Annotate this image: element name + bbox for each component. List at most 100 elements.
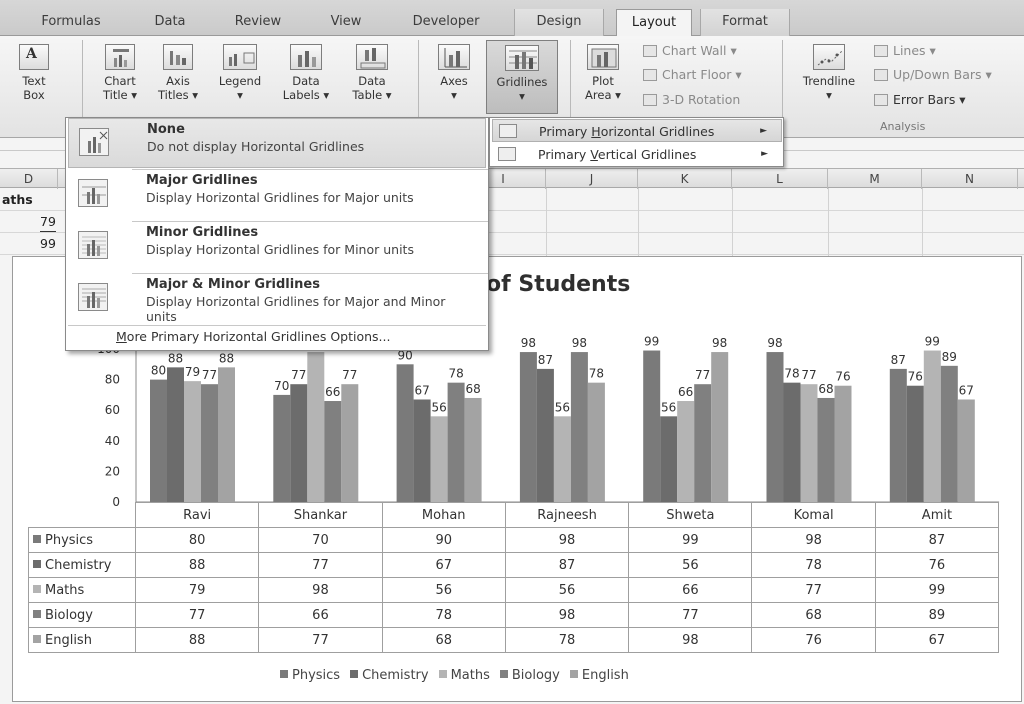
menu-item-none-desc: Do not display Horizontal Gridlines — [147, 139, 365, 154]
axes-button[interactable]: Axes ▾ — [428, 44, 480, 102]
submenu-arrow-icon: ► — [760, 126, 767, 136]
legend-key-icon — [499, 670, 508, 678]
table-cell: 90 — [381, 527, 506, 553]
major-minor-gridlines-icon — [78, 283, 108, 311]
gridlines-icon — [505, 45, 539, 71]
data-labels-icon — [290, 44, 322, 70]
minor-gridlines-icon — [78, 231, 108, 259]
menu-item-major-desc: Display Horizontal Gridlines for Major u… — [146, 190, 414, 205]
table-cell: 68 — [751, 602, 876, 628]
legend-entry[interactable]: English — [569, 668, 629, 683]
chart-title-button[interactable]: Chart Title ▾ — [92, 44, 148, 102]
category-label: Shweta — [628, 502, 753, 528]
legend-key-icon — [438, 670, 447, 678]
primary-horizontal-gridlines[interactable]: Primary Horizontal Gridlines ► — [492, 119, 782, 142]
gridlines-button[interactable]: Gridlines ▾ — [486, 40, 558, 114]
gridlines-label: Gridlines — [496, 75, 548, 89]
error-bars-icon — [874, 94, 888, 106]
data-table-button[interactable]: Data Table ▾ — [342, 44, 402, 102]
cell-d1[interactable]: aths — [2, 190, 33, 210]
legend-entry[interactable]: Maths — [438, 668, 490, 683]
ribbon-tabs: Formulas Data Review View Developer Desi… — [0, 0, 1024, 37]
tab-view[interactable]: View — [316, 9, 376, 36]
primary-vertical-gridlines[interactable]: Primary Vertical Gridlines ► — [492, 143, 782, 166]
tab-review[interactable]: Review — [222, 9, 294, 36]
table-cell: 98 — [628, 627, 753, 653]
axis-titles-button[interactable]: Axis Titles ▾ — [152, 44, 204, 102]
legend-entry[interactable]: Physics — [280, 668, 340, 683]
analysis-group-label: Analysis — [880, 120, 926, 133]
table-cell: 98 — [258, 577, 383, 603]
cell-d3[interactable]: 99 — [40, 234, 56, 254]
table-cell: 67 — [874, 627, 1000, 653]
cell-d2[interactable]: 79 — [40, 212, 56, 232]
gridlines-dropdown: ▾ — [519, 89, 525, 103]
lines-icon — [874, 45, 888, 57]
no-gridlines-icon — [79, 128, 109, 156]
legend-button[interactable]: Legend ▾ — [212, 44, 268, 102]
tab-developer[interactable]: Developer — [398, 9, 494, 36]
3d-rotation-button[interactable]: 3-D Rotation — [643, 90, 740, 110]
chart-legend[interactable]: Physics Chemistry Maths Biology English — [280, 668, 639, 683]
col-n[interactable]: N — [922, 169, 1018, 189]
data-table-label: Data — [358, 74, 386, 88]
trendline-icon — [813, 44, 845, 70]
updown-bars-icon — [874, 69, 888, 81]
table-cell: 98 — [751, 527, 876, 553]
more-gridlines-options[interactable]: More Primary Horizontal Gridlines Option… — [68, 325, 486, 349]
table-cell: 99 — [874, 577, 1000, 603]
chart-wall-button[interactable]: Chart Wall ▾ — [643, 41, 737, 61]
trendline-dropdown: ▾ — [826, 88, 832, 102]
table-cell: 56 — [504, 577, 630, 603]
plot-area-label: Plot — [592, 74, 614, 88]
tab-format[interactable]: Format — [700, 9, 790, 36]
tab-design[interactable]: Design — [514, 9, 604, 36]
text-box-label-2: Box — [23, 88, 45, 102]
table-cell: 68 — [381, 627, 506, 653]
table-cell: 78 — [381, 602, 506, 628]
chart-title-icon — [105, 44, 135, 70]
error-bars-button[interactable]: Error Bars ▾ — [874, 90, 966, 110]
table-cell: 77 — [751, 577, 876, 603]
table-cell: 56 — [628, 552, 753, 578]
col-m[interactable]: M — [828, 169, 922, 189]
chart-floor-button[interactable]: Chart Floor ▾ — [643, 65, 742, 85]
series-row-label: Chemistry — [28, 552, 136, 578]
legend-label: Legend — [218, 74, 262, 88]
category-label: Mohan — [381, 502, 506, 528]
series-row-label: English — [28, 627, 136, 653]
text-box-button[interactable]: A Text Box — [8, 44, 60, 102]
lines-button[interactable]: Lines ▾ — [874, 41, 936, 61]
updown-bars-label: Up/Down Bars ▾ — [893, 67, 992, 82]
menu-item-none-title: None — [147, 122, 185, 137]
menu-item-major-minor-desc: Display Horizontal Gridlines for Major a… — [146, 294, 446, 324]
col-d[interactable]: D — [0, 169, 58, 189]
menu-item-minor-desc: Display Horizontal Gridlines for Minor u… — [146, 242, 414, 257]
table-cell: 77 — [628, 602, 753, 628]
col-k[interactable]: K — [638, 169, 732, 189]
table-cell: 76 — [751, 627, 876, 653]
menu-item-major-minor[interactable]: Major & Minor Gridlines Display Horizont… — [68, 274, 486, 324]
chart-wall-icon — [643, 45, 657, 57]
axis-titles-label-2: Titles ▾ — [157, 88, 199, 102]
menu-item-none[interactable]: None Do not display Horizontal Gridlines — [68, 118, 486, 168]
plot-area-button[interactable]: Plot Area ▾ — [578, 44, 628, 102]
table-cell: 99 — [628, 527, 753, 553]
col-l[interactable]: L — [732, 169, 828, 189]
menu-item-minor[interactable]: Minor Gridlines Display Horizontal Gridl… — [68, 222, 486, 272]
chart-title-label-2: Title ▾ — [102, 88, 138, 102]
trendline-button[interactable]: Trendline ▾ — [790, 44, 868, 102]
tab-layout[interactable]: Layout — [616, 9, 692, 37]
tab-formulas[interactable]: Formulas — [28, 9, 114, 36]
menu-item-major[interactable]: Major Gridlines Display Horizontal Gridl… — [68, 170, 486, 220]
tab-data[interactable]: Data — [140, 9, 200, 36]
category-label: Amit — [874, 502, 1000, 528]
gridlines-submenu: Primary Horizontal Gridlines ► Primary V… — [489, 117, 784, 167]
legend-entry[interactable]: Chemistry — [350, 668, 429, 683]
legend-entry[interactable]: Biology — [499, 668, 560, 683]
table-cell: 87 — [874, 527, 1000, 553]
data-labels-button[interactable]: Data Labels ▾ — [278, 44, 334, 102]
chart-title[interactable]: of Students — [486, 272, 630, 297]
updown-bars-button[interactable]: Up/Down Bars ▾ — [874, 65, 992, 85]
col-j[interactable]: J — [546, 169, 638, 189]
